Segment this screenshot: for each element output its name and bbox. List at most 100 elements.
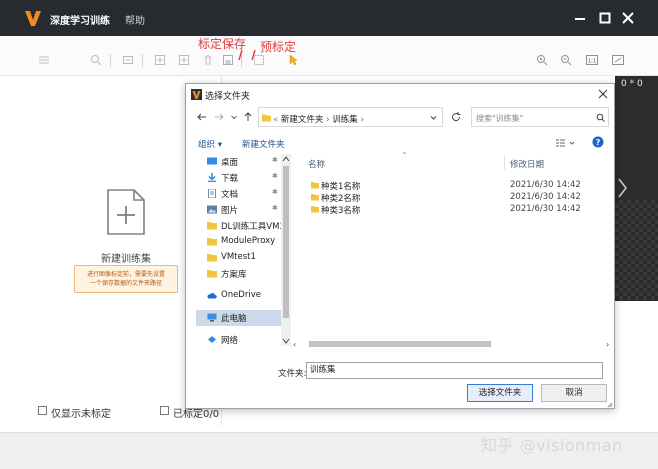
app-logo-icon <box>25 11 41 26</box>
folder-icon <box>207 238 217 246</box>
close-icon[interactable] <box>598 89 608 99</box>
nav-item-label: DL训练工具VM3 <box>221 222 281 232</box>
zoom-in-icon[interactable] <box>536 54 548 66</box>
labeled-checkbox[interactable] <box>160 406 169 415</box>
view-options-icon[interactable] <box>554 137 578 149</box>
search-box[interactable]: 搜索"训练集" <box>471 107 609 127</box>
search-placeholder: 搜索"训练集" <box>476 114 524 123</box>
menu-help[interactable]: 帮助 <box>125 12 145 27</box>
pin-icon: ✱ <box>272 188 278 196</box>
folder-name-input[interactable]: 训练集 <box>306 362 603 379</box>
file-row[interactable]: 种类2名称 2021/6/30 14:42 <box>301 191 614 204</box>
file-row[interactable]: 种类3名称 2021/6/30 14:42 <box>301 203 614 216</box>
pin-icon: ✱ <box>272 204 278 212</box>
nav-item-onedrive[interactable]: OneDrive <box>196 288 282 304</box>
app-logo-icon <box>191 89 202 100</box>
nav-item-vmtest1[interactable]: VMtest1 <box>196 250 282 266</box>
refresh-icon[interactable] <box>450 111 462 123</box>
nav-item-documents[interactable]: 文档 ✱ <box>196 186 282 202</box>
canvas-checker <box>615 200 658 300</box>
nav-item-label: 方案库 <box>221 270 247 280</box>
watermark: 知乎 @visionman <box>481 436 623 455</box>
file-row[interactable]: 种类1名称 2021/6/30 14:42 <box>301 179 614 192</box>
resize-grip-icon[interactable] <box>607 402 613 408</box>
folder-icon <box>207 270 217 278</box>
scroll-up-icon[interactable] <box>282 155 290 163</box>
show-unlabeled-checkbox[interactable] <box>38 406 47 415</box>
up-icon[interactable] <box>242 111 254 123</box>
main-toolbar: 1:1 <box>0 36 658 76</box>
column-divider[interactable] <box>504 156 505 170</box>
minimize-icon[interactable] <box>572 10 588 26</box>
path-part[interactable]: 新建文件夹 <box>281 115 324 125</box>
folder-icon <box>262 114 271 122</box>
sort-chevron-icon: ⌃ <box>401 151 408 160</box>
add-folder-icon[interactable] <box>178 54 190 66</box>
folder-icon <box>311 194 319 201</box>
app-title: 深度学习训练 <box>50 16 110 27</box>
list-view-icon[interactable] <box>38 54 50 66</box>
chevron-down-icon[interactable] <box>429 113 438 122</box>
file-date: 2021/6/30 14:42 <box>510 192 581 202</box>
nav-item-dl-tool[interactable]: DL训练工具VM3 <box>196 218 282 234</box>
path-part[interactable]: 训练集 <box>332 115 358 125</box>
folder-icon <box>207 222 217 230</box>
pin-icon: ✱ <box>272 172 278 180</box>
import-icon[interactable] <box>122 54 134 66</box>
navigation-scrollbar[interactable] <box>281 154 291 346</box>
folder-icon <box>311 182 319 189</box>
path-text: « 新建文件夹 › 训练集 › <box>273 115 364 125</box>
nav-item-label: VMtest1 <box>221 252 256 262</box>
file-name: 种类3名称 <box>321 206 361 216</box>
nav-item-solution-library[interactable]: 方案库 <box>196 266 282 282</box>
column-header-name[interactable]: 名称 <box>308 158 325 170</box>
maximize-icon[interactable] <box>597 10 613 26</box>
nav-item-this-pc[interactable]: 此电脑 <box>196 310 282 326</box>
desktop-icon <box>207 157 217 165</box>
dialog-title: 选择文件夹 <box>205 92 251 102</box>
search-icon[interactable] <box>596 113 605 122</box>
svg-text:?: ? <box>596 138 601 147</box>
svg-text:1:1: 1:1 <box>588 59 596 65</box>
search-icon[interactable] <box>90 54 102 66</box>
forward-icon[interactable] <box>213 111 225 123</box>
select-folder-button[interactable]: 选择文件夹 <box>467 384 533 402</box>
add-icon[interactable] <box>154 54 166 66</box>
nav-item-downloads[interactable]: 下载 ✱ <box>196 170 282 186</box>
folder-name-label: 文件夹: <box>278 369 307 379</box>
toolbar-divider <box>142 54 143 67</box>
nav-item-desktop[interactable]: 桌面 ✱ <box>196 154 282 170</box>
new-folder-button[interactable]: 新建文件夹 <box>242 138 285 150</box>
column-header-date[interactable]: 修改日期 <box>510 158 544 170</box>
chevron-down-icon[interactable] <box>228 111 240 123</box>
navigation-pane: 桌面 ✱ 下载 ✱ 文档 ✱ 图片 ✱ DL训练工具VM3 ModuleProx… <box>196 154 292 346</box>
nav-item-pictures[interactable]: 图片 ✱ <box>196 202 282 218</box>
save-label-icon[interactable] <box>222 54 234 66</box>
help-icon[interactable]: ? <box>592 136 604 148</box>
download-icon <box>208 173 216 182</box>
cancel-button[interactable]: 取消 <box>541 384 607 402</box>
select-folder-dialog: 选择文件夹 « 新建文件夹 › 训练集 › 搜索"训练集" 组织 ▾ 新建文件夹 <box>185 83 615 409</box>
fit-window-icon[interactable] <box>612 54 624 66</box>
back-icon[interactable] <box>196 111 208 123</box>
scroll-right-icon[interactable]: › <box>606 340 609 349</box>
next-image-icon[interactable] <box>615 176 629 200</box>
scroll-left-icon[interactable]: ‹ <box>293 340 296 349</box>
picture-icon <box>207 205 217 214</box>
file-date: 2021/6/30 14:42 <box>510 204 581 214</box>
horizontal-scrollbar[interactable]: ‹ › <box>186 338 614 350</box>
nav-item-moduleproxy[interactable]: ModuleProxy <box>196 234 282 250</box>
pointer-icon[interactable] <box>287 54 299 66</box>
delete-icon[interactable] <box>202 54 214 66</box>
new-document-icon[interactable] <box>106 188 146 236</box>
organize-button[interactable]: 组织 ▾ <box>198 138 222 150</box>
scrollbar-thumb[interactable] <box>309 341 491 347</box>
actual-size-icon[interactable]: 1:1 <box>586 54 598 66</box>
path-breadcrumb[interactable]: « 新建文件夹 › 训练集 › <box>258 107 443 127</box>
folder-icon <box>207 254 217 262</box>
tip-line: 一个保存数据的文件夹路径 <box>89 280 162 287</box>
close-icon[interactable] <box>620 10 636 26</box>
zoom-out-icon[interactable] <box>560 54 572 66</box>
scrollbar-thumb[interactable] <box>283 166 289 318</box>
setup-tip: 进行图像标定前，需要先设置 一个保存数据的文件夹路径 <box>74 265 178 293</box>
